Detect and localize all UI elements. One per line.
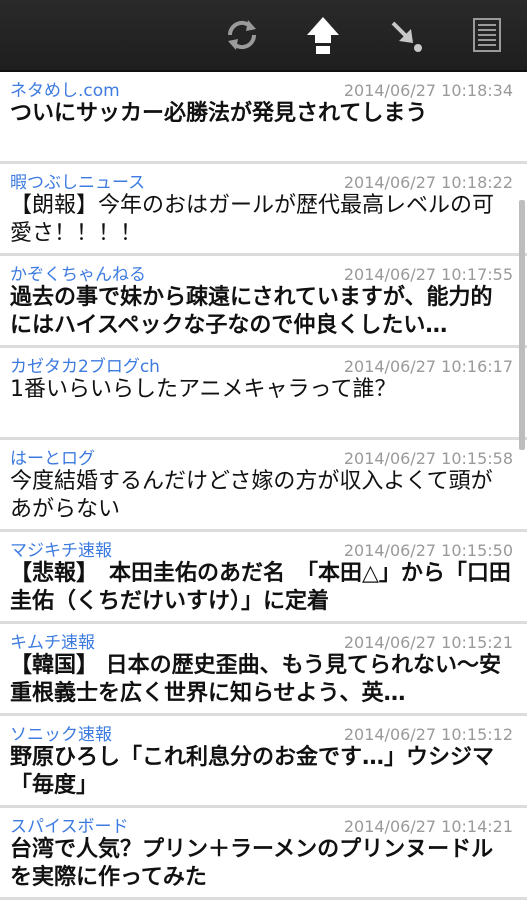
item-source: マジキチ速報 <box>10 541 112 561</box>
item-timestamp: 2014/06/27 10:18:22 <box>343 173 513 192</box>
item-title: 過去の事で妹から疎遠にされていますが、能力的にはハイスペックな子なので仲良くした… <box>10 285 493 338</box>
scrollbar[interactable] <box>519 200 525 450</box>
item-title: 1番いらいらしたアニメキャラって誰？ <box>10 377 397 402</box>
list-item[interactable]: スパイスボード 2014/06/27 10:14:21 台湾で人気？プリン＋ラー… <box>0 808 527 900</box>
list-item[interactable]: マジキチ速報 2014/06/27 10:15:50 【悲報】 本田圭佑のあだ名… <box>0 532 527 624</box>
item-source: ソニック速報 <box>10 725 112 745</box>
item-source: かぞくちゃんねる <box>10 265 146 285</box>
item-title: 【悲報】 本田圭佑のあだ名 「本田△」から「口田圭佑（くちだけいすけ）」に定着 <box>10 561 511 614</box>
item-title: 今度結婚するんだけどさ嫁の方が収入よくて頭があがらない <box>10 469 493 522</box>
refresh-icon <box>227 20 257 50</box>
scroll-top-button[interactable] <box>283 0 363 70</box>
item-title: 野原ひろし「これ利息分のお金です…」ウシジマ「毎度」 <box>10 745 495 798</box>
item-title: 【韓国】 日本の歴史歪曲、もう見てられない～安重根義士を広く世界に知らせよう、英… <box>10 653 502 706</box>
news-list[interactable]: ネタめし.com 2014/06/27 10:18:34 ついにサッカー必勝法が… <box>0 72 527 900</box>
scroll-down-icon <box>391 21 422 52</box>
list-icon <box>473 18 501 52</box>
list-item[interactable]: キムチ速報 2014/06/27 10:15:21 【韓国】 日本の歴史歪曲、も… <box>0 624 527 716</box>
item-source: はーとログ <box>10 449 95 469</box>
item-timestamp: 2014/06/27 10:18:34 <box>343 81 513 100</box>
item-timestamp: 2014/06/27 10:15:12 <box>343 725 513 744</box>
item-source: 暇つぶしニュース <box>10 173 146 193</box>
item-timestamp: 2014/06/27 10:15:21 <box>343 633 513 652</box>
action-bar <box>0 0 527 72</box>
scroll-down-button[interactable] <box>365 0 445 70</box>
item-source: キムチ速報 <box>10 633 95 653</box>
item-title: 【朗報】今年のおはガールが歴代最高レベルの可愛さ！！！！ <box>10 193 495 246</box>
item-timestamp: 2014/06/27 10:17:55 <box>343 265 513 284</box>
item-timestamp: 2014/06/27 10:15:50 <box>343 541 513 560</box>
refresh-button[interactable] <box>202 0 282 70</box>
item-source: スパイスボード <box>10 817 129 837</box>
item-title: 台湾で人気？プリン＋ラーメンのプリンヌードルを実際に作ってみた <box>10 837 494 890</box>
item-timestamp: 2014/06/27 10:16:17 <box>343 357 513 376</box>
item-timestamp: 2014/06/27 10:15:58 <box>343 449 513 468</box>
item-title: ついにサッカー必勝法が発見されてしまう <box>10 101 428 126</box>
list-button[interactable] <box>447 0 527 70</box>
item-source: ネタめし.com <box>10 81 120 101</box>
list-item[interactable]: 暇つぶしニュース 2014/06/27 10:18:22 【朗報】今年のおはガー… <box>0 164 527 256</box>
scroll-top-icon <box>307 17 339 54</box>
list-item[interactable]: カゼタカ2ブログch 2014/06/27 10:16:17 1番いらいらしたア… <box>0 348 527 440</box>
list-item[interactable]: はーとログ 2014/06/27 10:15:58 今度結婚するんだけどさ嫁の方… <box>0 440 527 532</box>
list-item[interactable]: ネタめし.com 2014/06/27 10:18:34 ついにサッカー必勝法が… <box>0 72 527 164</box>
item-timestamp: 2014/06/27 10:14:21 <box>343 817 513 836</box>
list-item[interactable]: かぞくちゃんねる 2014/06/27 10:17:55 過去の事で妹から疎遠に… <box>0 256 527 348</box>
item-source: カゼタカ2ブログch <box>10 357 160 377</box>
list-item[interactable]: ソニック速報 2014/06/27 10:15:12 野原ひろし「これ利息分のお… <box>0 716 527 808</box>
